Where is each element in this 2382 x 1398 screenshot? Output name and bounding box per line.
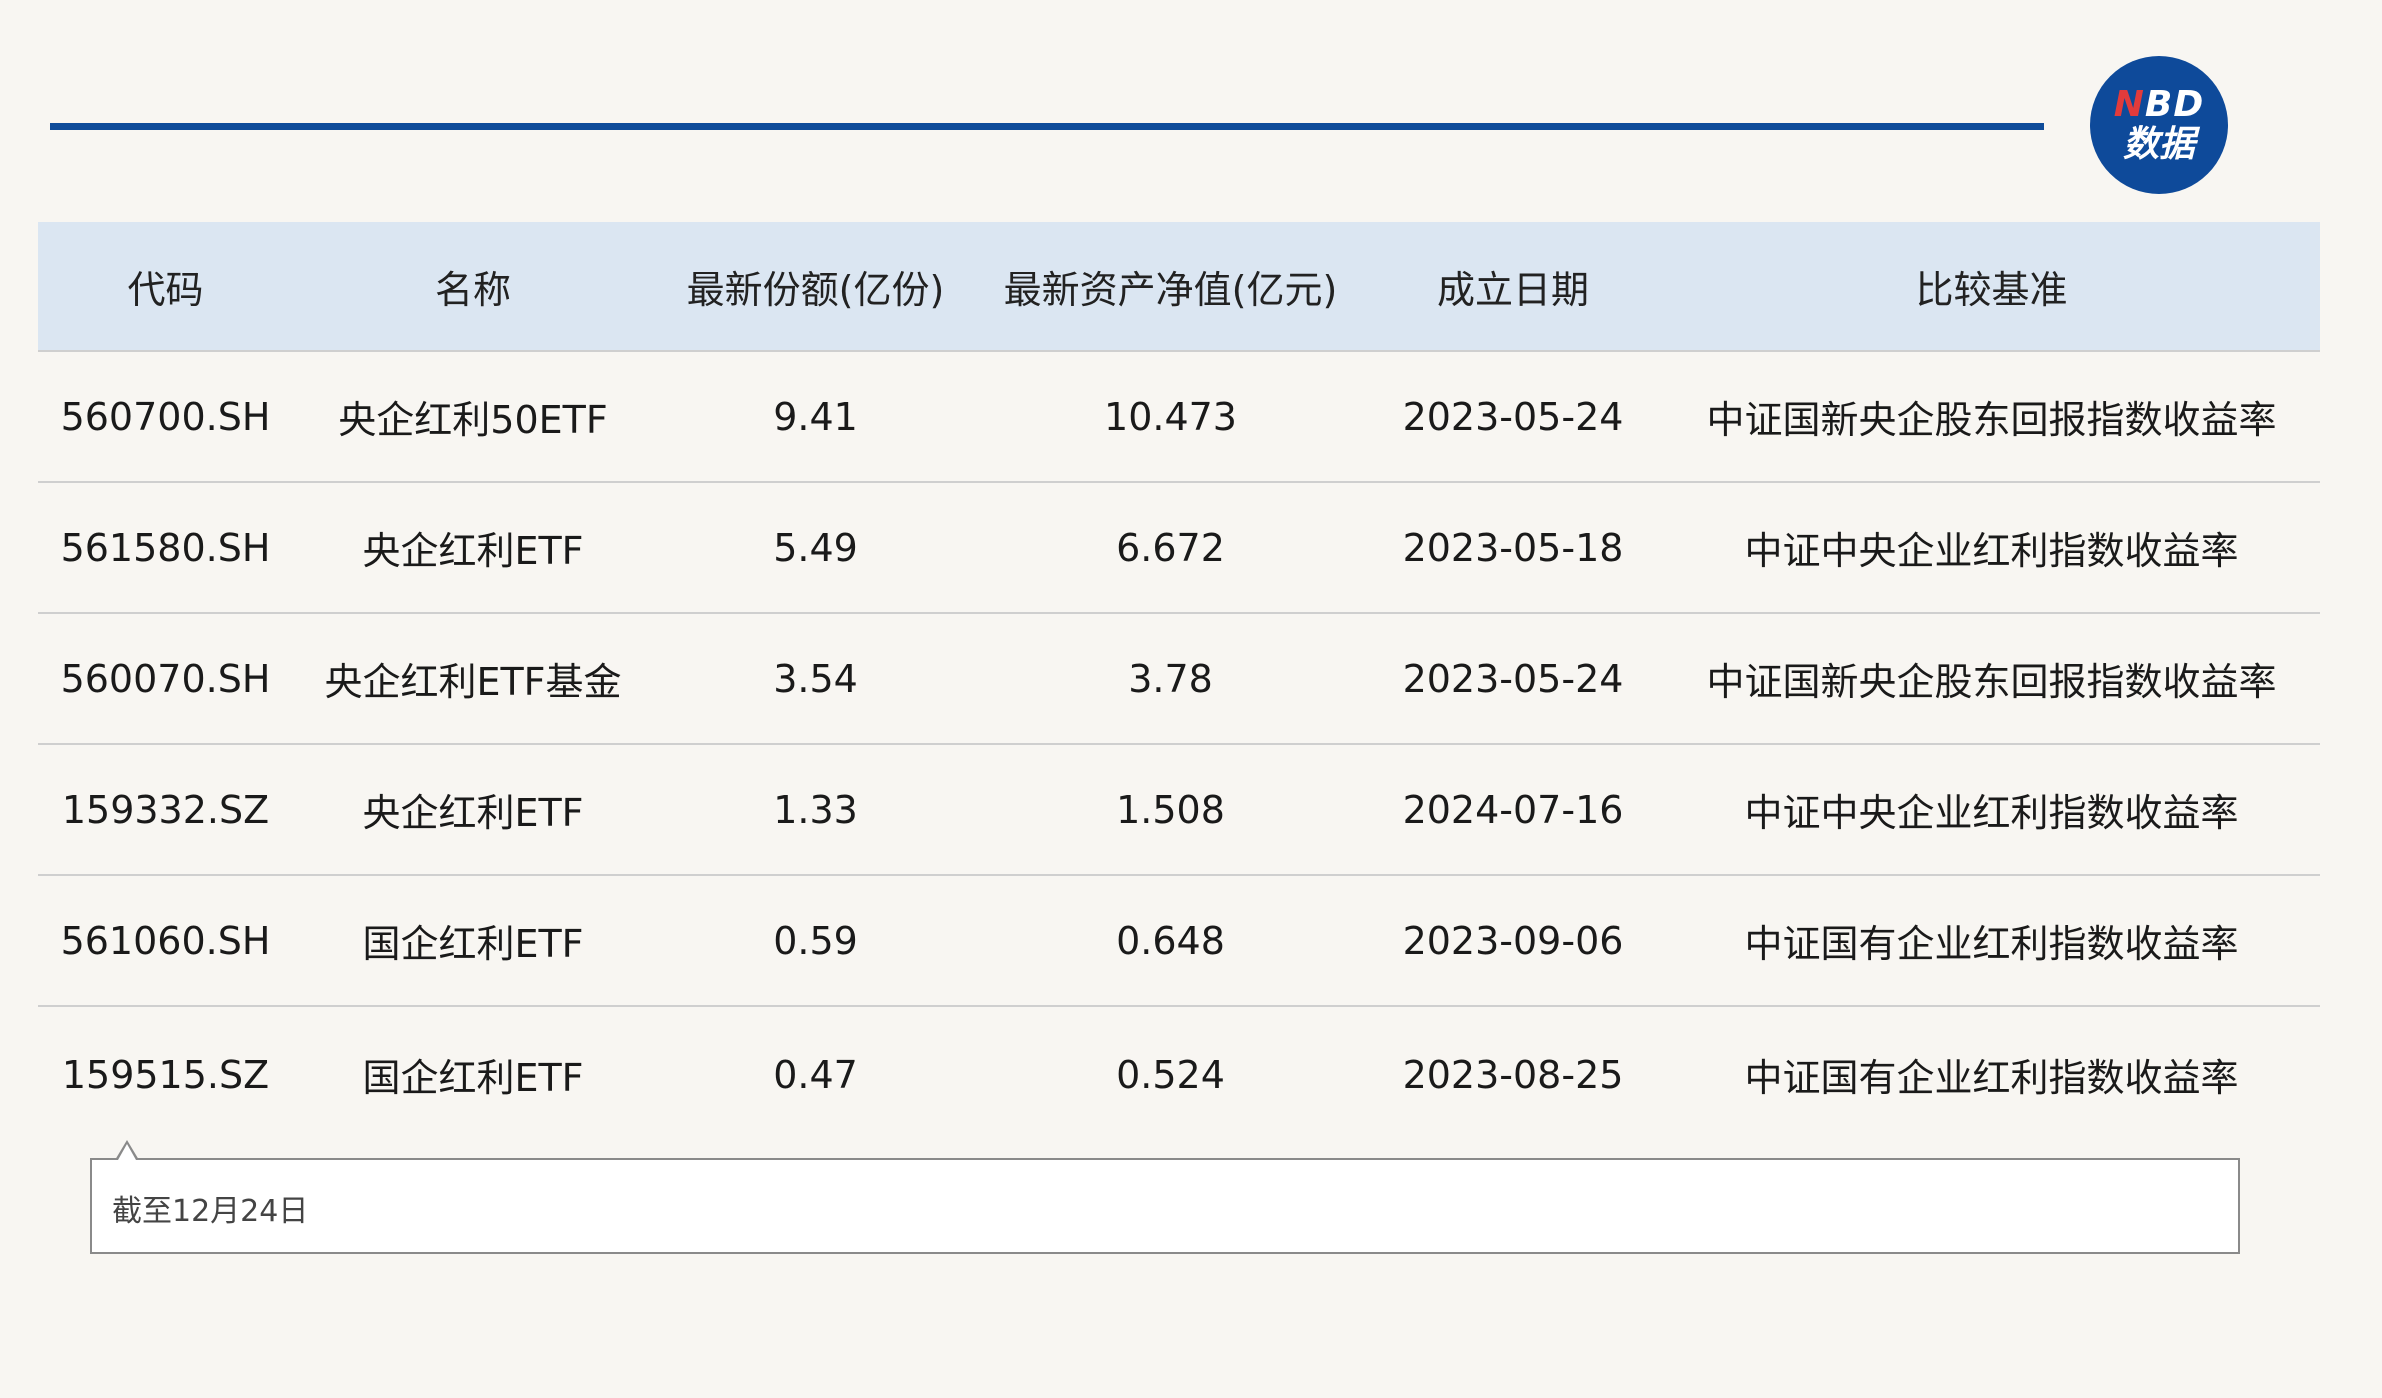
header-latest-shares: 最新份额(亿份) (653, 222, 978, 351)
etf-data-table: 代码 名称 最新份额(亿份) 最新资产净值(亿元) 成立日期 比较基准 5607… (38, 222, 2320, 1142)
cell-name: 国企红利ETF (293, 874, 653, 1006)
table-row: 159515.SZ 国企红利ETF 0.47 0.524 2023-08-25 … (38, 1005, 2320, 1142)
header-benchmark: 比较基准 (1663, 222, 2320, 351)
cell-net-assets: 6.672 (978, 481, 1363, 613)
cell-code: 560070.SH (38, 612, 293, 744)
cell-date: 2023-09-06 (1363, 874, 1663, 1006)
footnote-text: 截至12月24日 (112, 1194, 309, 1229)
cell-benchmark: 中证国有企业红利指数收益率 (1663, 874, 2320, 1006)
cell-name: 央企红利ETF基金 (293, 612, 653, 744)
footnote-pointer-fill (118, 1144, 136, 1160)
cell-code: 159515.SZ (38, 1005, 293, 1142)
header-code: 代码 (38, 222, 293, 351)
cell-code: 561060.SH (38, 874, 293, 1006)
cell-code: 159332.SZ (38, 743, 293, 875)
table-row: 560700.SH 央企红利50ETF 9.41 10.473 2023-05-… (38, 350, 2320, 482)
nbd-data-logo: NBD 数据 (2090, 56, 2228, 194)
logo-subtitle: 数据 (2122, 124, 2195, 165)
cell-code: 561580.SH (38, 481, 293, 613)
cell-net-assets: 1.508 (978, 743, 1363, 875)
cell-net-assets: 3.78 (978, 612, 1363, 744)
top-divider-rule (50, 123, 2044, 130)
cell-shares: 1.33 (653, 743, 978, 875)
table-row: 159332.SZ 央企红利ETF 1.33 1.508 2024-07-16 … (38, 743, 2320, 875)
cell-net-assets: 0.524 (978, 1005, 1363, 1142)
cell-code: 560700.SH (38, 350, 293, 482)
cell-date: 2023-05-18 (1363, 481, 1663, 613)
cell-shares: 0.59 (653, 874, 978, 1006)
table-header-row: 代码 名称 最新份额(亿份) 最新资产净值(亿元) 成立日期 比较基准 (38, 222, 2320, 351)
table-row: 561580.SH 央企红利ETF 5.49 6.672 2023-05-18 … (38, 481, 2320, 613)
cell-net-assets: 0.648 (978, 874, 1363, 1006)
cell-name: 央企红利ETF (293, 743, 653, 875)
footnote-box: 截至12月24日 (90, 1158, 2240, 1254)
cell-net-assets: 10.473 (978, 350, 1363, 482)
cell-name: 央企红利50ETF (293, 350, 653, 482)
header-latest-net-assets: 最新资产净值(亿元) (978, 222, 1363, 351)
cell-benchmark: 中证中央企业红利指数收益率 (1663, 481, 2320, 613)
header-inception-date: 成立日期 (1363, 222, 1663, 351)
cell-shares: 5.49 (653, 481, 978, 613)
table-row: 561060.SH 国企红利ETF 0.59 0.648 2023-09-06 … (38, 874, 2320, 1006)
cell-name: 央企红利ETF (293, 481, 653, 613)
cell-benchmark: 中证国新央企股东回报指数收益率 (1663, 350, 2320, 482)
cell-shares: 0.47 (653, 1005, 978, 1142)
header-name: 名称 (293, 222, 653, 351)
logo-wordmark: NBD (2113, 84, 2205, 125)
cell-shares: 9.41 (653, 350, 978, 482)
cell-date: 2023-05-24 (1363, 350, 1663, 482)
table-row: 560070.SH 央企红利ETF基金 3.54 3.78 2023-05-24… (38, 612, 2320, 744)
cell-date: 2023-05-24 (1363, 612, 1663, 744)
cell-shares: 3.54 (653, 612, 978, 744)
cell-benchmark: 中证国有企业红利指数收益率 (1663, 1005, 2320, 1142)
cell-name: 国企红利ETF (293, 1005, 653, 1142)
cell-benchmark: 中证国新央企股东回报指数收益率 (1663, 612, 2320, 744)
cell-benchmark: 中证中央企业红利指数收益率 (1663, 743, 2320, 875)
cell-date: 2024-07-16 (1363, 743, 1663, 875)
cell-date: 2023-08-25 (1363, 1005, 1663, 1142)
